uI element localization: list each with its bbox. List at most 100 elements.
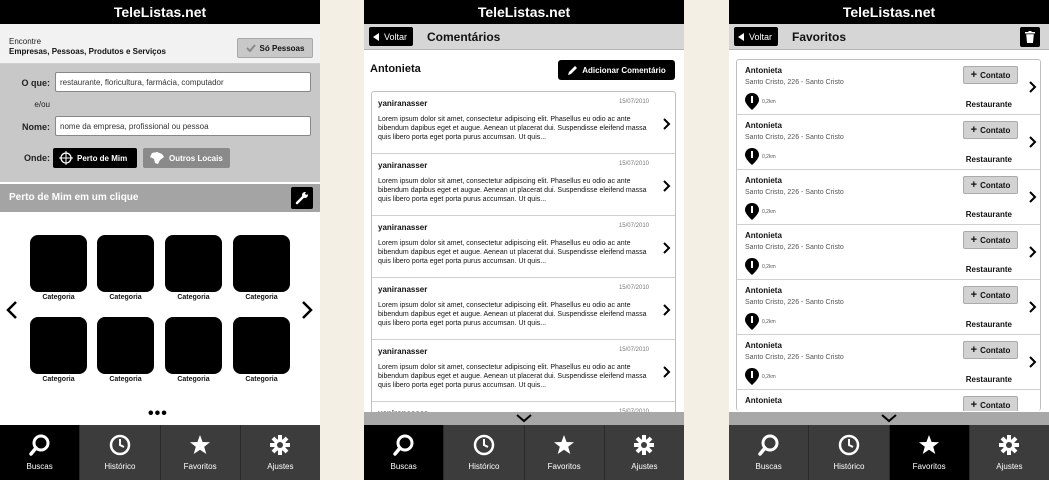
favorite-name: Antonieta (745, 231, 782, 240)
tab-ajustes[interactable]: Ajustes (970, 425, 1049, 480)
favorite-category: Restaurante (965, 210, 1012, 219)
eou-label: e/ou (34, 100, 50, 109)
contact-button[interactable]: + Contato (963, 66, 1018, 84)
contact-button[interactable]: + Contato (963, 286, 1018, 304)
favorite-item[interactable]: Antonieta Santo Cristo, 226 - Santo Cris… (737, 60, 1040, 115)
map-pin-icon (745, 93, 759, 110)
category-item[interactable]: Categoria (97, 235, 154, 301)
favorite-item[interactable]: Antonieta + Contato (737, 390, 1040, 411)
tab-ajustes[interactable]: Ajustes (241, 425, 320, 480)
pager-dots: ••• (148, 405, 168, 422)
chevron-right-icon (663, 118, 671, 130)
scroll-down-handle[interactable] (729, 412, 1049, 425)
map-pin-icon (745, 148, 759, 165)
perto-de-mim-button[interactable]: Perto de Mim (53, 148, 137, 168)
favorite-item[interactable]: Antonieta Santo Cristo, 226 - Santo Cris… (737, 280, 1040, 335)
tab-favoritos[interactable]: Favoritos (161, 425, 241, 480)
back-label: Voltar (384, 31, 408, 42)
back-button[interactable]: Voltar (369, 27, 414, 46)
tab-label: Histórico (833, 462, 865, 471)
contact-button[interactable]: + Contato (963, 176, 1018, 194)
chevron-right-icon (663, 242, 671, 254)
category-item[interactable]: Categoria (233, 235, 290, 301)
favorites-list[interactable]: Antonieta Santo Cristo, 226 - Santo Cris… (736, 59, 1041, 411)
oque-input[interactable] (55, 72, 311, 92)
scroll-down-handle[interactable] (364, 412, 684, 425)
outros-locais-button[interactable]: Outros Locais (143, 148, 230, 168)
next-page-arrow-icon[interactable] (301, 301, 313, 319)
so-pessoas-button[interactable]: Só Pessoas (237, 38, 313, 58)
search-icon (757, 434, 779, 456)
category-item[interactable]: Categoria (165, 317, 222, 383)
tab-buscas[interactable]: Buscas (729, 425, 810, 480)
trash-icon (1025, 31, 1035, 43)
chevron-right-icon (1029, 356, 1037, 368)
favorite-category: Restaurante (965, 375, 1012, 384)
comment-item[interactable]: yaniranasser 15/07/2010 Lorem ipsum dolo… (372, 278, 675, 340)
clock-icon (838, 434, 860, 456)
crosshair-icon (59, 151, 73, 165)
tab-buscas[interactable]: Buscas (0, 425, 81, 480)
nome-label: Nome: (21, 122, 50, 132)
category-item[interactable]: Categoria (30, 235, 87, 301)
search-icon (28, 434, 50, 456)
contact-button[interactable]: + Contato (963, 396, 1018, 411)
clock-icon (109, 434, 131, 456)
comment-text: Lorem ipsum dolor sit amet, consectetur … (378, 116, 647, 141)
comment-text: Lorem ipsum dolor sit amet, consectetur … (378, 302, 647, 327)
star-icon (190, 435, 211, 454)
tab-label: Buscas (390, 462, 417, 471)
contact-button[interactable]: + Contato (963, 231, 1018, 249)
category-item[interactable]: Categoria (233, 317, 290, 383)
place-name: Antonieta (370, 63, 421, 75)
nome-input[interactable] (55, 116, 311, 136)
comment-date: 15/07/2010 (618, 99, 649, 105)
tab-buscas[interactable]: Buscas (364, 425, 445, 480)
delete-button[interactable] (1020, 27, 1040, 47)
comment-item[interactable]: yaniranasser 15/07/2010 Lorem ipsum dolo… (372, 92, 675, 154)
favorite-item[interactable]: Antonieta Santo Cristo, 226 - Santo Cris… (737, 115, 1040, 170)
tab-historico[interactable]: Histórico (80, 425, 161, 480)
comment-date: 15/07/2010 (618, 223, 649, 229)
comment-item[interactable]: yaniranasser 15/07/2010 Lorem ipsum dolo… (372, 216, 675, 278)
tab-label: Buscas (26, 462, 53, 471)
comment-item[interactable]: yaniranasser 15/07/2010 Lorem ipsum dolo… (372, 340, 675, 402)
favorite-name: Antonieta (745, 396, 782, 405)
favorite-category: Restaurante (965, 320, 1012, 329)
contact-button[interactable]: + Contato (963, 121, 1018, 139)
perto-de-mim-label: Perto de Mim (77, 153, 128, 163)
tab-ajustes[interactable]: Ajustes (605, 425, 684, 480)
comments-subheader: Voltar Comentários (364, 24, 684, 50)
tab-label: Favoritos (547, 462, 581, 471)
back-button[interactable]: Voltar (734, 27, 779, 46)
outros-locais-label: Outros Locais (169, 153, 223, 163)
tab-historico[interactable]: Histórico (809, 425, 890, 480)
favorite-name: Antonieta (745, 341, 782, 350)
chevron-right-icon (1029, 191, 1037, 203)
favorite-address: Santo Cristo, 226 - Santo Cristo (745, 244, 844, 251)
favorites-screen: TeleListas.net Voltar Favoritos Antoniet… (729, 0, 1049, 480)
tab-favoritos[interactable]: Favoritos (525, 425, 605, 480)
favorite-item[interactable]: Antonieta Santo Cristo, 226 - Santo Cris… (737, 225, 1040, 280)
favorite-item[interactable]: Antonieta Santo Cristo, 226 - Santo Cris… (737, 335, 1040, 390)
map-pin-icon (745, 313, 759, 330)
category-item[interactable]: Categoria (30, 317, 87, 383)
contact-button[interactable]: + Contato (963, 341, 1018, 359)
category-item[interactable]: Categoria (97, 317, 154, 383)
favorite-distance: 0,2km (762, 374, 776, 380)
tab-favoritos[interactable]: Favoritos (889, 425, 970, 480)
back-label: Voltar (749, 31, 773, 42)
tab-historico[interactable]: Histórico (444, 425, 525, 480)
comments-list[interactable]: yaniranasser 15/07/2010 Lorem ipsum dolo… (371, 91, 676, 421)
favorite-item[interactable]: Antonieta Santo Cristo, 226 - Santo Cris… (737, 170, 1040, 225)
settings-wrench-button[interactable] (291, 187, 313, 209)
gear-icon (634, 435, 655, 455)
brazil-map-icon (150, 152, 164, 164)
category-item[interactable]: Categoria (165, 235, 222, 301)
add-comment-button[interactable]: Adicionar Comentário (558, 60, 675, 80)
tab-label: Ajustes (631, 462, 658, 471)
comment-item[interactable]: yaniranasser 15/07/2010 Lorem ipsum dolo… (372, 154, 675, 216)
comments-screen: TeleListas.net Voltar Comentários Antoni… (364, 0, 684, 480)
prev-page-arrow-icon[interactable] (6, 301, 18, 319)
gear-icon (999, 435, 1020, 455)
